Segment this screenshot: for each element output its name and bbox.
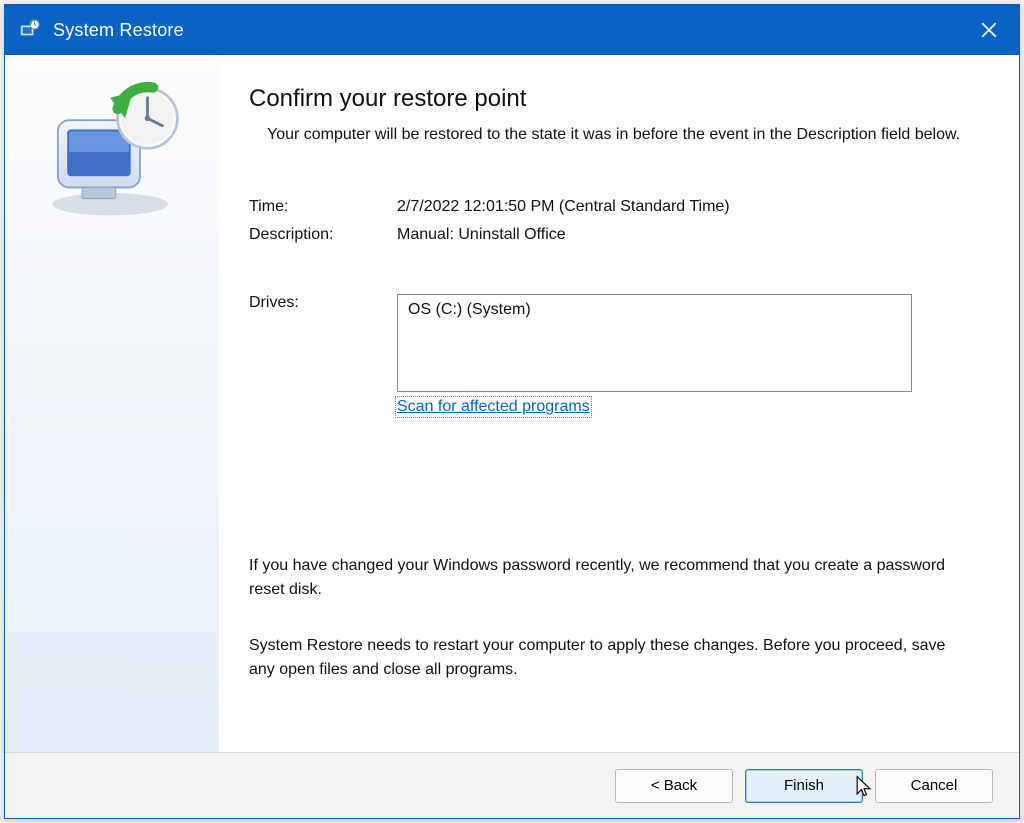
- window-title: System Restore: [53, 20, 965, 41]
- drive-item: OS (C:) (System): [408, 301, 531, 318]
- description-label: Description:: [249, 226, 397, 244]
- wizard-sidebar: [5, 55, 219, 752]
- time-value: 2/7/2022 12:01:50 PM (Central Standard T…: [397, 198, 975, 216]
- restart-note: System Restore needs to restart your com…: [249, 634, 975, 682]
- description-value: Manual: Uninstall Office: [397, 226, 975, 244]
- restore-wizard-icon: [37, 81, 187, 221]
- drives-listbox[interactable]: OS (C:) (System): [397, 294, 912, 392]
- system-restore-icon: [17, 18, 41, 42]
- time-row: Time: 2/7/2022 12:01:50 PM (Central Stan…: [249, 198, 975, 216]
- scan-affected-link[interactable]: Scan for affected programs: [397, 398, 590, 416]
- back-button[interactable]: < Back: [615, 769, 733, 803]
- content-area: Confirm your restore point Your computer…: [5, 55, 1019, 752]
- system-restore-window: System Restore: [4, 4, 1020, 819]
- cancel-button[interactable]: Cancel: [875, 769, 993, 803]
- description-row: Description: Manual: Uninstall Office: [249, 226, 975, 244]
- time-label: Time:: [249, 198, 397, 216]
- finish-button[interactable]: Finish: [745, 769, 863, 803]
- page-subheading: Your computer will be restored to the st…: [249, 123, 975, 146]
- drives-row: Drives: OS (C:) (System) Scan for affect…: [249, 294, 975, 416]
- password-note: If you have changed your Windows passwor…: [249, 554, 975, 602]
- wizard-footer: < Back Finish Cancel: [5, 752, 1019, 818]
- drives-col: OS (C:) (System) Scan for affected progr…: [397, 294, 975, 416]
- main-panel: Confirm your restore point Your computer…: [219, 55, 1019, 752]
- close-button[interactable]: [965, 9, 1013, 51]
- notes-section: If you have changed your Windows passwor…: [249, 554, 975, 714]
- page-heading: Confirm your restore point: [249, 85, 975, 113]
- cursor-icon: [855, 775, 873, 799]
- titlebar: System Restore: [5, 5, 1019, 55]
- drives-label: Drives:: [249, 294, 397, 312]
